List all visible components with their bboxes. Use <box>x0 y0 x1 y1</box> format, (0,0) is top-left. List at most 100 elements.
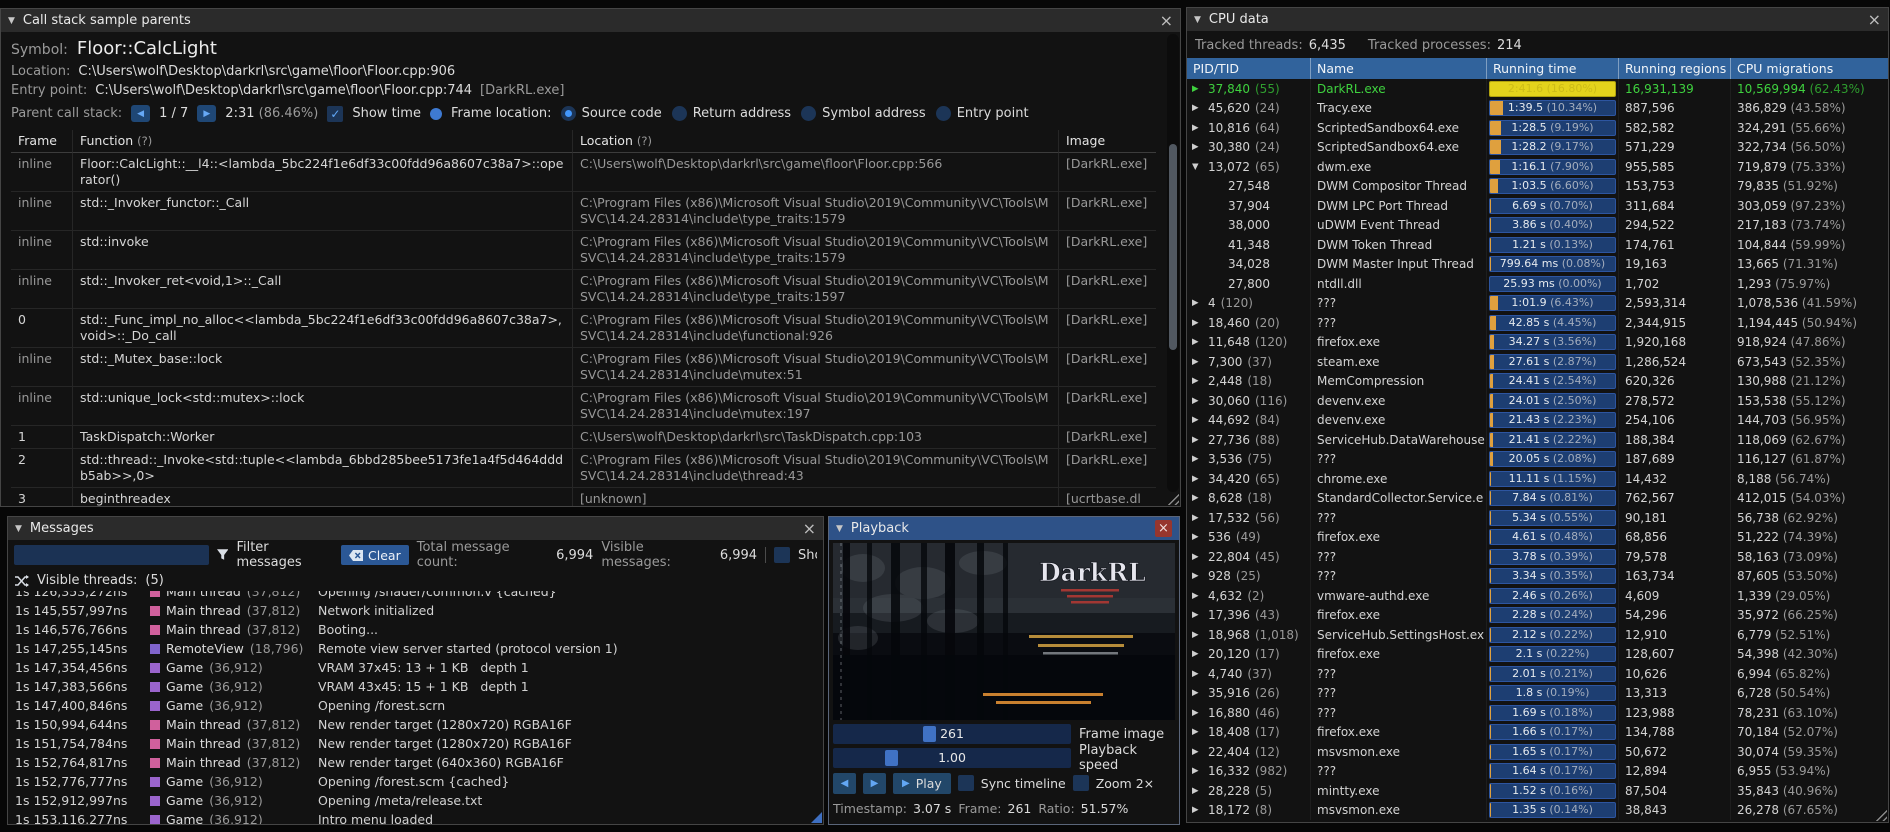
message-row[interactable]: 1s 152,764,817ns Main thread (37,812) New r… <box>8 753 823 772</box>
clear-button[interactable]: Clear <box>341 545 409 565</box>
message-row[interactable]: 1s 151,754,784ns Main thread (37,812) New r… <box>8 734 823 753</box>
callstack-scrollbar[interactable] <box>1167 34 1179 492</box>
callstack-row[interactable]: 2 std::thread::_Invoke<std::tuple<<lambda… <box>11 449 1156 488</box>
playback-speed-slider[interactable]: 1.00 <box>833 748 1071 768</box>
cpu-row[interactable]: ▶ 30,060 (116) devenv.exe 24.01 s (2.50%) 278… <box>1187 391 1888 411</box>
expand-arrow-icon[interactable]: ▶ <box>1192 532 1203 542</box>
callstack-row[interactable]: inline std::_Invoker_functor::_Call C:\Pro… <box>11 192 1156 231</box>
cpu-row[interactable]: ▶ 35,916 (26)??? 1.8 s (0.19%) 13,313 6,728 (… <box>1187 683 1888 703</box>
show-time-checkbox[interactable]: ✓ <box>327 105 344 122</box>
cpu-row[interactable]: ▶ 44,692 (84) devenv.exe 21.43 s (2.23%) 254,… <box>1187 410 1888 430</box>
message-row[interactable]: 1s 147,354,456ns Game (36,912) VRAM 37x45: … <box>8 658 823 677</box>
expand-arrow-icon[interactable]: ▶ <box>1192 571 1203 581</box>
callstack-row[interactable]: 0 std::_Func_impl_no_alloc<<lambda_5bc224… <box>11 309 1156 348</box>
cpu-row[interactable]: ▶ 22,804 (45)??? 3.78 s (0.39%) 79,578 58,163… <box>1187 547 1888 567</box>
message-row[interactable]: 1s 153,116,277ns Game (36,912) Intro menu l… <box>8 810 823 824</box>
next-parent-button[interactable]: ▶ <box>197 105 217 122</box>
cpu-row[interactable]: ▶ 22,404 (12) msvsmon.exe 1.65 s (0.17%) 50,6… <box>1187 742 1888 762</box>
message-row[interactable]: 1s 147,400,846ns Game (36,912) Opening /for… <box>8 696 823 715</box>
expand-arrow-icon[interactable]: ▶ <box>1192 454 1203 464</box>
collapse-icon[interactable]: ▼ <box>8 16 15 26</box>
col-location[interactable]: Location (?) <box>573 130 1059 153</box>
frame-location-radio[interactable]: Symbol address <box>801 106 926 121</box>
playback-titlebar[interactable]: ▼ Playback × <box>829 517 1179 540</box>
playback-frame-image[interactable]: DarkRL <box>833 543 1175 720</box>
callstack-row[interactable]: inline std::unique_lock<std::mutex>::lock… <box>11 387 1156 426</box>
col-name[interactable]: Name <box>1311 58 1487 79</box>
cpu-row[interactable]: ▶ 45,620 (24) Tracy.exe 1:39.5 (10.34%) 887,5… <box>1187 98 1888 118</box>
cpu-row[interactable]: ▶ 34,420 (65) chrome.exe 11.11 s (1.15%) 14,4… <box>1187 469 1888 489</box>
callstack-row[interactable]: 3beginthreadex[unknown][ucrtbase.dll] <box>11 488 1156 506</box>
expand-arrow-icon[interactable]: ▶ <box>1192 708 1203 718</box>
expand-arrow-icon[interactable]: ▶ <box>1192 415 1203 425</box>
cpu-row[interactable]: ▶ 20,120 (17) firefox.exe 2.1 s (0.22%) 128,6… <box>1187 644 1888 664</box>
filter-input[interactable] <box>14 545 210 565</box>
expand-arrow-icon[interactable]: ▶ <box>1192 435 1203 445</box>
expand-arrow-icon[interactable]: ▶ <box>1192 357 1203 367</box>
callstack-row[interactable]: inline std::_Invoker_ret<void,1>::_Call C:… <box>11 270 1156 309</box>
expand-arrow-icon[interactable]: ▶ <box>1192 318 1203 328</box>
expand-arrow-icon[interactable]: ▶ <box>1192 747 1203 757</box>
prev-parent-button[interactable]: ◀ <box>131 105 151 122</box>
expand-arrow-icon[interactable]: ▶ <box>1192 649 1203 659</box>
zoom-2x-checkbox[interactable] <box>1072 775 1089 791</box>
cpu-row[interactable]: ▶ 18,968 (1,018) ServiceHub.SettingsHost.ex… <box>1187 625 1888 645</box>
cpu-titlebar[interactable]: ▼ CPU data × <box>1187 8 1888 31</box>
cpu-row[interactable]: ▶ 28,228 (5) mintty.exe 1.52 s (0.16%) 87,504… <box>1187 781 1888 801</box>
cpu-row[interactable]: ▶ 27,736 (88) ServiceHub.DataWarehouse 21.41… <box>1187 430 1888 450</box>
expand-arrow-icon[interactable]: ▶ <box>1192 123 1203 133</box>
expand-arrow-icon[interactable]: ▶ <box>1192 688 1203 698</box>
expand-arrow-icon[interactable]: ▶ <box>1192 103 1203 113</box>
collapse-icon[interactable]: ▼ <box>15 524 22 534</box>
cpu-row[interactable]: ▶ 18,460 (20)??? 42.85 s (4.45%) 2,344,915 1,… <box>1187 313 1888 333</box>
message-row[interactable]: 1s 152,776,777ns Game (36,912) Opening /for… <box>8 772 823 791</box>
collapse-icon[interactable]: ▼ <box>836 524 843 534</box>
close-icon[interactable]: × <box>1155 520 1172 537</box>
message-row[interactable]: 1s 145,557,997ns Main thread (37,812) Netwo… <box>8 601 823 620</box>
col-running-regions[interactable]: Running regions <box>1619 58 1731 79</box>
message-row[interactable]: 1s 147,255,145ns RemoteView (18,796) Remote… <box>8 639 823 658</box>
cpu-row[interactable]: ▶ 7,300 (37) steam.exe 27.61 s (2.87%) 1,286,… <box>1187 352 1888 372</box>
message-row[interactable]: 1s 152,912,997ns Game (36,912) Opening /met… <box>8 791 823 810</box>
frame-image-slider[interactable]: 261 <box>833 724 1071 744</box>
cpu-row[interactable]: ▶ 928 (25)??? 3.34 s (0.35%) 163,734 87,605 (… <box>1187 566 1888 586</box>
expand-arrow-icon[interactable]: ▶ <box>1192 513 1203 523</box>
cpu-row[interactable]: ▶ 2,448 (18) MemCompression 24.41 s (2.54%) 6… <box>1187 371 1888 391</box>
play-button[interactable]: ▶ Play <box>893 772 951 794</box>
cpu-row[interactable]: ▶ 17,396 (43) firefox.exe 2.28 s (0.24%) 54,2… <box>1187 605 1888 625</box>
message-row[interactable]: 1s 147,383,566ns Game (36,912) VRAM 43x45: … <box>8 677 823 696</box>
expand-arrow-icon[interactable]: ▶ <box>1192 610 1203 620</box>
message-row[interactable]: 1s 146,576,766ns Main thread (37,812) Booti… <box>8 620 823 639</box>
expand-arrow-icon[interactable]: ▶ <box>1192 669 1203 679</box>
col-function[interactable]: Function (?) <box>73 130 573 153</box>
cpu-row[interactable]: ▶ 536 (49) firefox.exe 4.61 s (0.48%) 68,856 5… <box>1187 527 1888 547</box>
collapse-icon[interactable]: ▼ <box>1194 15 1201 25</box>
frame-location-radio[interactable]: Source code <box>560 106 662 121</box>
expand-arrow-icon[interactable]: ▶ <box>1192 493 1203 503</box>
callstack-row[interactable]: inline std::_Mutex_base::lock C:\Program F… <box>11 348 1156 387</box>
collapse-arrow-icon[interactable]: ▼ <box>1192 162 1203 172</box>
expand-arrow-icon[interactable]: ▶ <box>1192 766 1203 776</box>
cpu-row[interactable]: ▶ 16,332 (982)??? 1.64 s (0.17%) 12,894 6,955… <box>1187 761 1888 781</box>
scrollbar-thumb[interactable] <box>1169 143 1177 350</box>
col-frame[interactable]: Frame <box>11 130 73 153</box>
expand-arrow-icon[interactable]: ▶ <box>1192 396 1203 406</box>
cpu-row[interactable]: 38,000 uDWM Event Thread 3.86 s (0.40%) 294… <box>1187 215 1888 235</box>
expand-arrow-icon[interactable]: ▶ <box>1192 591 1203 601</box>
cpu-row[interactable]: ▶ 8,628 (18) StandardCollector.Service.e 7.8… <box>1187 488 1888 508</box>
callstack-titlebar[interactable]: ▼ Call stack sample parents × <box>1 9 1180 32</box>
frame-location-radio[interactable]: Entry point <box>935 106 1029 121</box>
expand-arrow-icon[interactable]: ▶ <box>1192 298 1203 308</box>
cpu-row[interactable]: 34,028 DWM Master Input Thread 799.64 ms (… <box>1187 254 1888 274</box>
col-image[interactable]: Image <box>1059 130 1156 153</box>
cpu-row[interactable]: ▶ 4,632 (2) vmware-authd.exe 2.46 s (0.26%) 4… <box>1187 586 1888 606</box>
expand-arrow-icon[interactable]: ▶ <box>1192 805 1203 815</box>
col-pid-tid[interactable]: PID/TID <box>1187 58 1311 79</box>
close-icon[interactable]: × <box>1160 12 1173 28</box>
cpu-row[interactable]: ▼ 13,072 (65) dwm.exe 1:16.1 (7.90%) 955,585 7… <box>1187 157 1888 177</box>
message-row[interactable]: 1s 126,353,272ns Main thread (37,812) Openi… <box>8 591 823 601</box>
cpu-row[interactable]: ▶ 11,648 (120) firefox.exe 34.27 s (3.56%) 1,… <box>1187 332 1888 352</box>
expand-arrow-icon[interactable]: ▶ <box>1192 630 1203 640</box>
prev-frame-button[interactable]: ◀ <box>833 772 856 794</box>
col-cpu-migrations[interactable]: CPU migrations <box>1731 58 1888 79</box>
